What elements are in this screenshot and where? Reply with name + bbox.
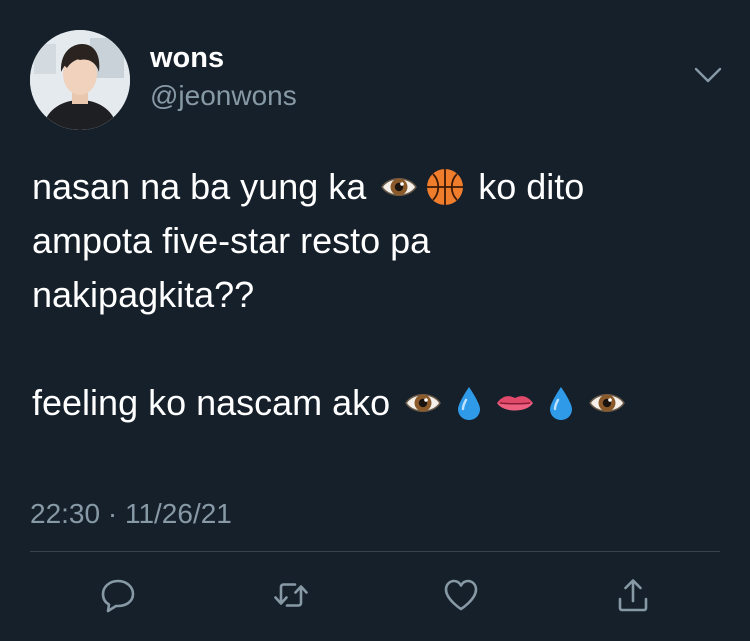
avatar[interactable] [30,30,130,130]
like-icon [444,579,478,611]
droplet-emoji [541,383,581,423]
retweet-button[interactable] [268,572,314,618]
share-button[interactable] [610,572,656,618]
share-icon [618,579,648,612]
display-name[interactable]: wons [150,40,224,76]
tweet-text-segment: ko dito [478,166,585,207]
user-handle[interactable]: @jeonwons [150,79,297,113]
tweet-text-segment: feeling ko nascam ako [32,382,391,423]
divider [30,551,720,552]
tweet-text-line: nasan na ba yung ka ko dito [32,160,722,214]
tweet-text-line: nakipagkita?? [32,268,722,322]
eye-emoji [379,167,419,207]
tweet-timestamp[interactable]: 22:30 · 11/26/21 [30,496,232,532]
chevron-down-icon[interactable] [688,60,728,90]
tweet-text: nasan na ba yung ka ko dito ampota five-… [32,160,722,430]
tweet-card: wons @jeonwons nasan na ba yung ka ko di… [0,0,750,641]
reply-button[interactable] [95,572,141,618]
tweet-text-line: feeling ko nascam ako [32,376,722,430]
tweet-text-segment: nasan na ba yung ka [32,166,367,207]
tweet-text-line: ampota five-star resto pa [32,214,722,268]
retweet-icon [274,583,308,607]
tweet-text-segment: ampota five-star resto pa [32,220,431,261]
like-button[interactable] [438,572,484,618]
reply-icon [101,579,135,613]
tweet-text-segment: nakipagkita?? [32,274,255,315]
eye-emoji [587,383,627,423]
basketball-emoji [425,167,465,207]
droplet-emoji [449,383,489,423]
lips-emoji [495,383,535,423]
eye-emoji [403,383,443,423]
